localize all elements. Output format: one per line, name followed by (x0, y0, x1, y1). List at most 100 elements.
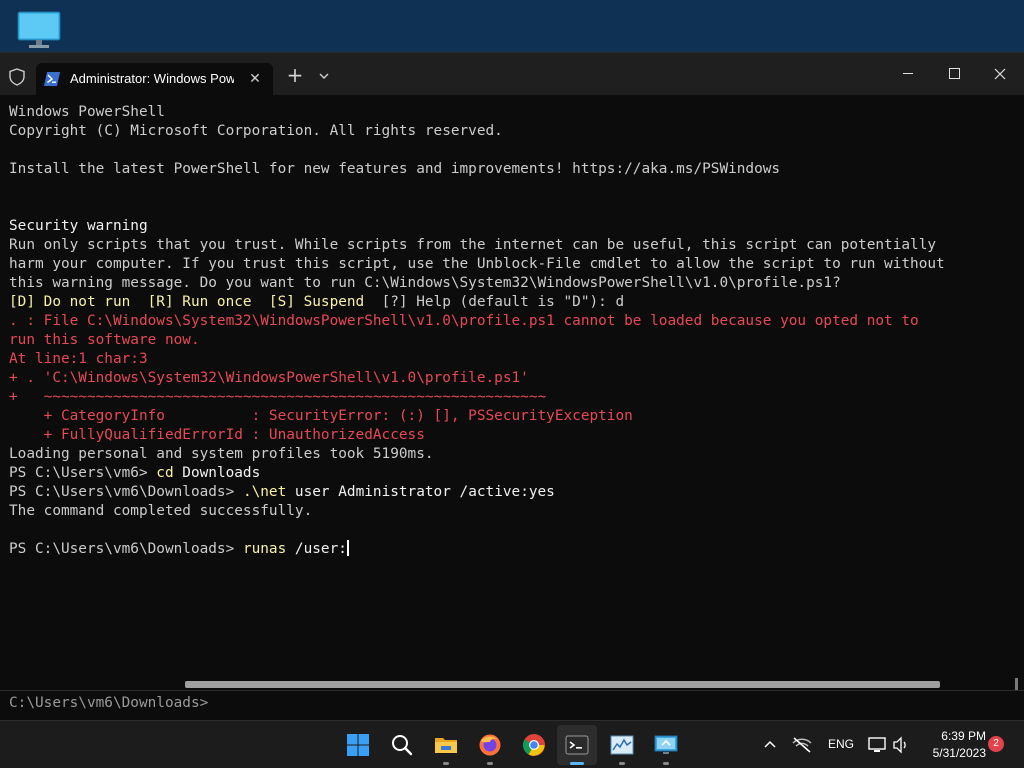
remote-desktop-icon (654, 735, 678, 754)
line-text: + ~~~~~~~~~~~~~~~~~~~~~~~~~~~~~~~~~~~~~~… (9, 389, 547, 405)
terminal-line: Loading personal and system profiles too… (9, 445, 1024, 464)
new-tab-button[interactable]: + (284, 65, 306, 87)
windows-logo-icon (347, 734, 369, 756)
text-cursor (346, 540, 349, 556)
monitor-icon[interactable] (16, 8, 62, 50)
terminal-line: PS C:\Users\vm6\Downloads> .\net user Ad… (9, 483, 1024, 502)
terminal-line: . : File C:\Windows\System32\WindowsPowe… (9, 312, 1024, 331)
terminal-line: Copyright (C) Microsoft Corporation. All… (9, 122, 1024, 141)
line-text: run this software now. (9, 332, 200, 348)
network-offline-icon[interactable] (792, 736, 812, 754)
line-text: . : File C:\Windows\System32\WindowsPowe… (9, 313, 919, 329)
line-text: + CategoryInfo : SecurityError: (:) [], … (9, 408, 633, 424)
terminal-line: Run only scripts that you trust. While s… (9, 236, 1024, 255)
terminal-line: harm your computer. If you trust this sc… (9, 255, 1024, 274)
close-button[interactable] (977, 53, 1023, 95)
chevron-down-icon[interactable] (314, 66, 334, 86)
horizontal-scrollbar[interactable] (0, 679, 1024, 689)
terminal-line: Install the latest PowerShell for new fe… (9, 160, 1024, 179)
command-args: user Administrator /active:yes (286, 484, 555, 500)
line-text: Run only scripts that you trust. While s… (9, 237, 937, 253)
line-text: harm your computer. If you trust this sc… (9, 256, 945, 272)
file-explorer-button[interactable] (426, 725, 466, 765)
volume-icon[interactable] (892, 736, 910, 754)
active-indicator (570, 762, 584, 765)
close-icon (994, 68, 1006, 80)
firefox-button[interactable] (470, 725, 510, 765)
taskbar: ENG 6:39 PM 5/31/2023 2 (0, 720, 1024, 768)
tab-title: Administrator: Windows PowerShell (70, 71, 234, 86)
search-button[interactable] (382, 725, 422, 765)
title-bar[interactable]: Administrator: Windows PowerShell ✕ + (0, 53, 1024, 95)
task-manager-button[interactable] (602, 725, 642, 765)
maximize-button[interactable] (931, 53, 977, 95)
prompt-preview[interactable]: C:\Users\vm6\Downloads> (0, 690, 1024, 720)
terminal-line: + FullyQualifiedErrorId : UnauthorizedAc… (9, 426, 1024, 445)
maximize-icon (949, 68, 960, 79)
remote-desktop-button[interactable] (646, 725, 686, 765)
terminal-line: PS C:\Users\vm6\Downloads> runas /user: (9, 540, 1024, 559)
chrome-button[interactable] (514, 725, 554, 765)
line-text: + FullyQualifiedErrorId : UnauthorizedAc… (9, 427, 425, 443)
terminal-line: [D] Do not run [R] Run once [S] Suspend … (9, 293, 1024, 312)
command-args: Downloads (173, 465, 261, 481)
terminal-line: At line:1 char:3 (9, 350, 1024, 369)
terminal-line: Security warning (9, 217, 1024, 236)
minimize-icon (903, 73, 913, 74)
line-text: At line:1 char:3 (9, 351, 148, 367)
line-rest: [?] Help (default is "D"): d (381, 294, 625, 310)
terminal-line: run this software now. (9, 331, 1024, 350)
tab-close-icon[interactable]: ✕ (245, 69, 265, 89)
terminal-line: + CategoryInfo : SecurityError: (:) [], … (9, 407, 1024, 426)
command-name: runas (242, 541, 287, 557)
terminal-line: Windows PowerShell (9, 103, 1024, 122)
command-name: cd (156, 465, 174, 481)
firefox-icon (479, 734, 501, 756)
command-name: .\net (242, 484, 287, 500)
terminal-line: + ~~~~~~~~~~~~~~~~~~~~~~~~~~~~~~~~~~~~~~… (9, 388, 1024, 407)
running-indicator (443, 762, 449, 765)
language-indicator[interactable]: ENG (828, 737, 854, 751)
line-text: Windows PowerShell (9, 104, 165, 120)
line-text: The command completed successfully. (9, 503, 313, 519)
desktop (0, 0, 1024, 52)
line-text: PS C:\Users\vm6\Downloads> (9, 484, 243, 500)
tab-powershell[interactable]: Administrator: Windows PowerShell ✕ (36, 63, 273, 95)
chrome-icon (523, 734, 545, 756)
terminal-icon (565, 735, 589, 755)
running-indicator (487, 762, 493, 765)
line-text: this warning message. Do you want to run… (9, 275, 841, 291)
start-button[interactable] (338, 725, 378, 765)
line-text: Copyright (C) Microsoft Corporation. All… (9, 123, 503, 139)
notification-badge[interactable]: 2 (988, 736, 1004, 752)
line-text: Install the latest PowerShell for new fe… (9, 161, 781, 177)
line-text: [D] Do not run [R] Run once [S] Suspend (9, 294, 382, 310)
display-icon[interactable] (868, 736, 886, 754)
running-indicator (663, 762, 669, 765)
line-text: PS C:\Users\vm6\Downloads> (9, 541, 243, 557)
chart-icon (610, 735, 634, 755)
shield-icon (9, 68, 25, 86)
terminal-button[interactable] (557, 725, 597, 765)
minimize-button[interactable] (885, 53, 931, 95)
chevron-up-icon[interactable] (762, 737, 778, 753)
terminal-line: PS C:\Users\vm6> cd Downloads (9, 464, 1024, 483)
terminal-line: + . 'C:\Windows\System32\WindowsPowerShe… (9, 369, 1024, 388)
running-indicator (619, 762, 625, 765)
terminal-line: this warning message. Do you want to run… (9, 274, 1024, 293)
terminal-line: The command completed successfully. (9, 502, 1024, 521)
search-icon (392, 735, 413, 756)
terminal-window: Administrator: Windows PowerShell ✕ + Wi… (0, 52, 1024, 720)
scrollbar-thumb[interactable] (185, 681, 940, 688)
powershell-icon (44, 72, 60, 86)
terminal-output[interactable]: Windows PowerShell Copyright (C) Microsof… (0, 95, 1024, 687)
line-text: Security warning (9, 218, 148, 234)
folder-icon (435, 738, 457, 753)
line-text: + . 'C:\Windows\System32\WindowsPowerShe… (9, 370, 529, 386)
clock-time[interactable]: 6:39 PM (920, 729, 986, 743)
clock-date[interactable]: 5/31/2023 (912, 746, 986, 760)
